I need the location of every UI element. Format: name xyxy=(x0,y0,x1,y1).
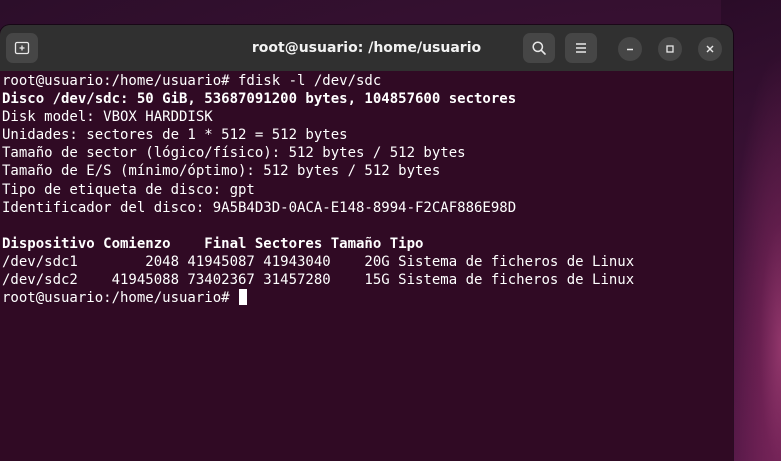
close-button[interactable] xyxy=(698,37,722,61)
title-bar[interactable]: root@usuario: /home/usuario xyxy=(0,25,733,71)
new-tab-button[interactable] xyxy=(6,33,38,63)
partition-row: /dev/sdc1 2048 41945087 41943040 20G Sis… xyxy=(2,253,635,270)
minimize-button[interactable] xyxy=(618,37,642,61)
terminal-line: root@usuario:/home/usuario# fdisk -l /de… xyxy=(2,73,382,89)
prompt-line[interactable]: root@usuario:/home/usuario# xyxy=(2,289,733,307)
terminal-line: Disk model: VBOX HARDDISK xyxy=(2,109,213,126)
search-icon xyxy=(531,40,547,56)
search-button[interactable] xyxy=(523,33,555,63)
partition-table-header: Dispositivo Comienzo Final Sectores Tama… xyxy=(2,235,424,252)
close-icon xyxy=(705,44,715,54)
terminal-line: Unidades: sectores de 1 * 512 = 512 byte… xyxy=(2,127,348,144)
terminal-line: Identificador del disco: 9A5B4D3D-0ACA-E… xyxy=(2,199,517,216)
terminal-output[interactable]: root@usuario:/home/usuario# fdisk -l /de… xyxy=(0,71,733,461)
maximize-button[interactable] xyxy=(658,37,682,61)
menu-button[interactable] xyxy=(565,33,597,63)
new-tab-icon xyxy=(14,40,30,56)
maximize-icon xyxy=(665,44,675,54)
shell-prompt: root@usuario:/home/usuario# xyxy=(2,290,239,307)
hamburger-menu-icon xyxy=(574,41,588,55)
partition-row: /dev/sdc2 41945088 73402367 31457280 15G… xyxy=(2,272,635,289)
terminal-line: Disco /dev/sdc: 50 GiB, 53687091200 byte… xyxy=(2,91,517,108)
terminal-line: Tamaño de sector (lógico/físico): 512 by… xyxy=(2,145,466,162)
text-cursor xyxy=(239,289,248,306)
terminal-line: Tamaño de E/S (mínimo/óptimo): 512 bytes… xyxy=(2,163,441,180)
terminal-window: root@usuario: /home/usuario root@usuario… xyxy=(0,25,733,461)
terminal-line: Tipo de etiqueta de disco: gpt xyxy=(2,181,255,198)
minimize-icon xyxy=(625,44,635,54)
